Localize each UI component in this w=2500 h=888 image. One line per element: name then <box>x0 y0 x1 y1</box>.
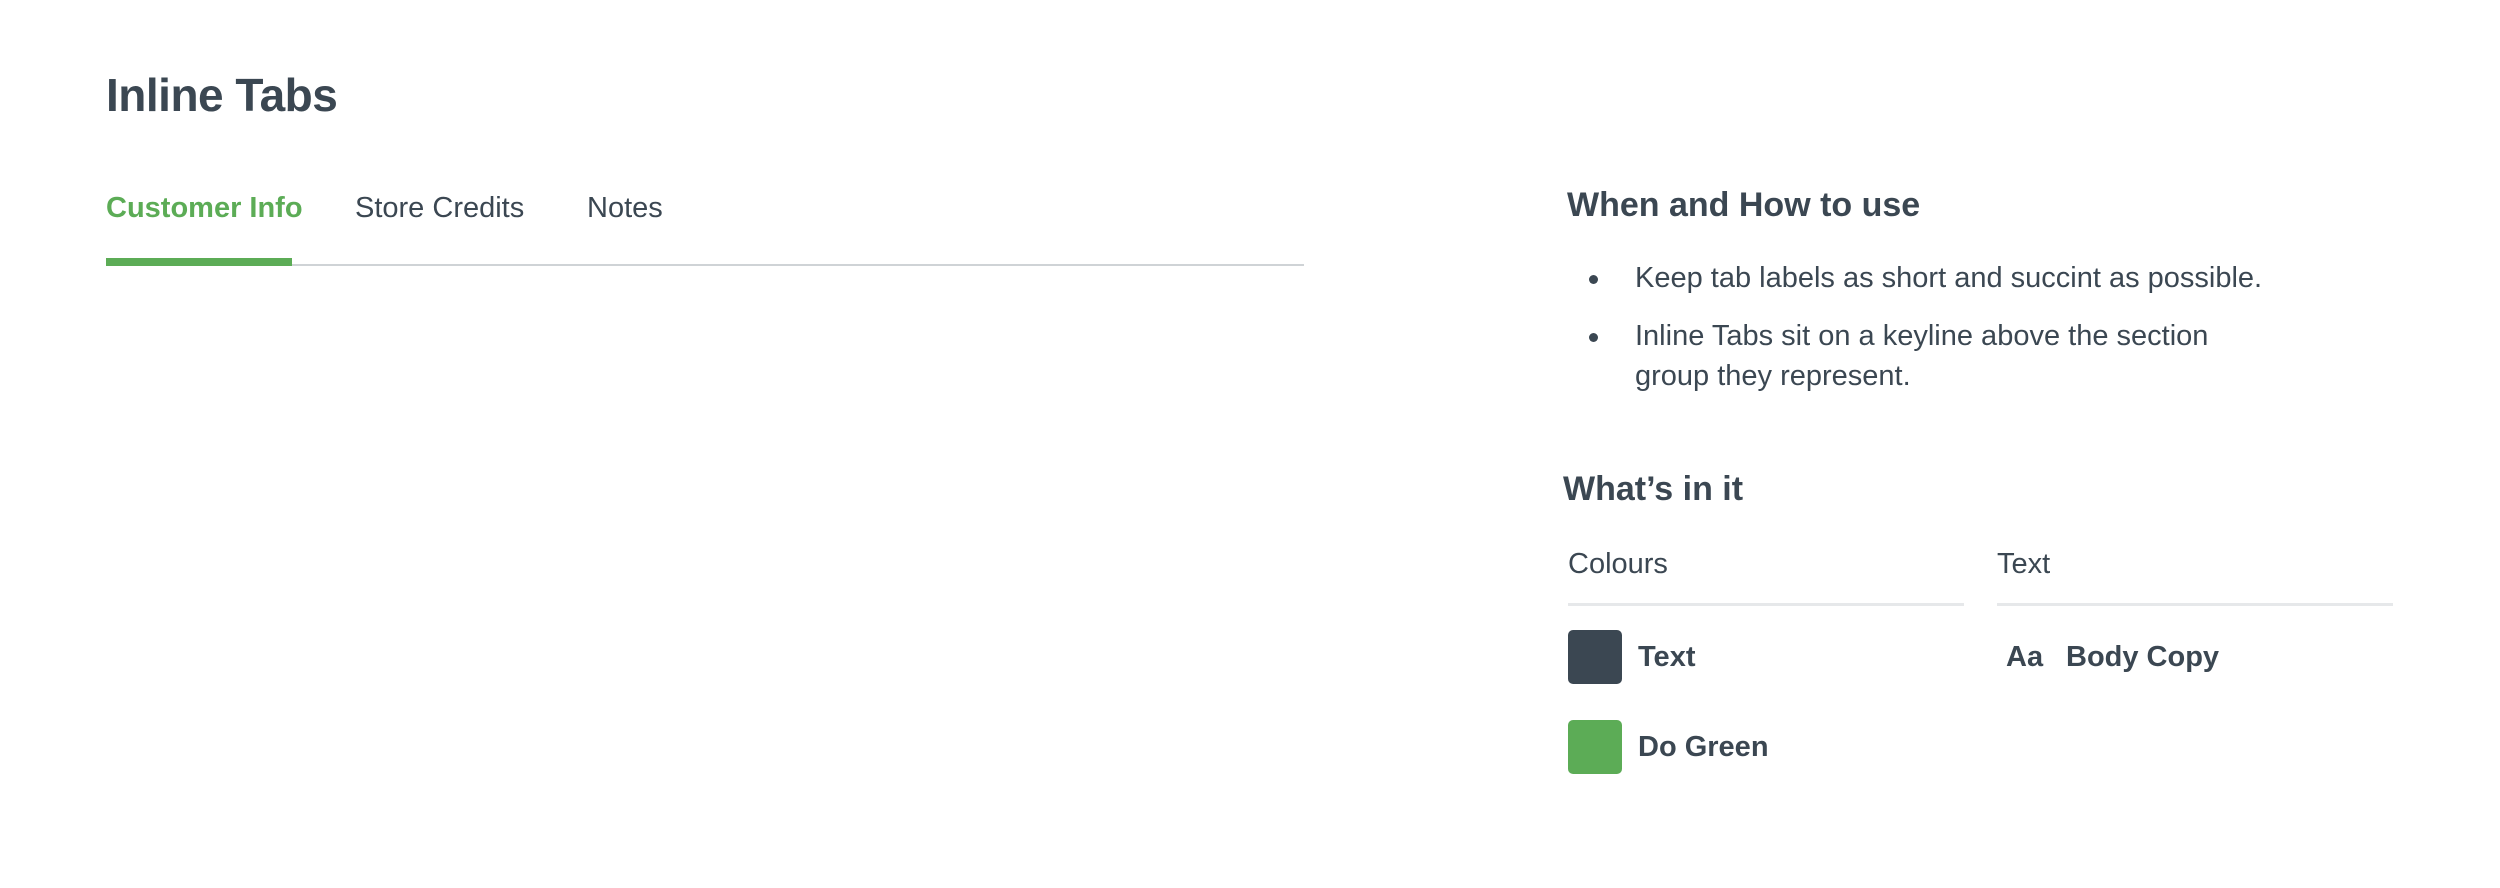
type-style-row: Aa Body Copy <box>2006 637 2219 677</box>
tab-customer-info[interactable]: Customer Info <box>106 192 303 225</box>
usage-list: Keep tab labels as short and succint as … <box>1567 258 2267 414</box>
list-item: Keep tab labels as short and succint as … <box>1567 258 2267 298</box>
type-sample: Aa <box>2006 640 2044 673</box>
tab-store-credits[interactable]: Store Credits <box>355 192 524 225</box>
type-style-name: Body Copy <box>2066 640 2220 673</box>
colours-column-label: Colours <box>1568 548 1668 580</box>
colour-name: Do Green <box>1638 730 1769 763</box>
colour-swatch-do-green <box>1568 720 1622 774</box>
inline-tabs: Customer Info Store Credits Notes <box>106 182 1304 266</box>
contents-heading: What’s in it <box>1563 470 1744 508</box>
colour-swatch-row: Text <box>1568 630 1695 684</box>
colour-swatch-text <box>1568 630 1622 684</box>
text-column-label: Text <box>1997 548 2051 580</box>
usage-heading: When and How to use <box>1567 186 1921 224</box>
colours-divider <box>1568 603 1964 606</box>
active-tab-indicator <box>106 258 292 266</box>
page-title: Inline Tabs <box>106 69 338 121</box>
text-divider <box>1997 603 2393 606</box>
bullet-icon <box>1589 275 1598 284</box>
colour-name: Text <box>1638 640 1696 673</box>
colour-swatch-row: Do Green <box>1568 720 1769 774</box>
usage-item-text: Inline Tabs sit on a keyline above the s… <box>1635 320 2209 392</box>
usage-item-text: Keep tab labels as short and succint as … <box>1635 262 2263 294</box>
bullet-icon <box>1589 333 1598 342</box>
list-item: Inline Tabs sit on a keyline above the s… <box>1567 316 2267 396</box>
tab-notes[interactable]: Notes <box>587 192 663 225</box>
